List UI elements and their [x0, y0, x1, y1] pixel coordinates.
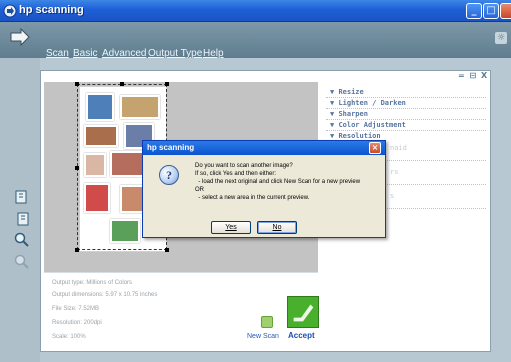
- obscured-text: s: [390, 192, 395, 200]
- no-button[interactable]: No: [257, 221, 297, 234]
- file-size-text: File Size: 7.52MB: [52, 306, 100, 312]
- output-dimensions-text: Output dimensions: 5.97 x 10.75 inches: [52, 292, 158, 298]
- dialog-message-line: OR: [195, 187, 204, 193]
- scanning-window: hp scanning _ □ Scan Basic Advanced Outp…: [0, 0, 511, 362]
- hp-app-icon: [3, 4, 17, 18]
- left-toolbar: [0, 58, 40, 362]
- resolution-text: Resolution: 200dpi: [52, 320, 102, 326]
- divider: [326, 108, 486, 109]
- dialog-message-line: Do you want to scan another image?: [195, 163, 293, 169]
- window-title: hp scanning: [19, 4, 84, 16]
- menu-bar: Scan Basic Advanced Output Type Help ☼: [0, 22, 511, 59]
- new-scan-icon[interactable]: [261, 316, 273, 328]
- divider: [326, 97, 486, 98]
- dialog-close-button[interactable]: ×: [369, 142, 381, 154]
- title-bar[interactable]: hp scanning _ □: [0, 0, 511, 22]
- minimize-button[interactable]: _: [466, 3, 482, 19]
- arrow-logo-icon: [10, 28, 30, 46]
- selection-handle[interactable]: [120, 82, 124, 86]
- selection-handle[interactable]: [165, 248, 169, 252]
- output-type-text: Output type: Millions of Colors: [52, 280, 133, 286]
- divider: [326, 130, 486, 131]
- section-color-adjustment[interactable]: ▼ Color Adjustment: [330, 121, 406, 129]
- scale-text: Scale: 100%: [52, 334, 86, 340]
- dialog-title: hp scanning: [147, 143, 195, 152]
- panel-window-controls[interactable]: = ⊟ X: [458, 71, 488, 80]
- selection-handle[interactable]: [75, 166, 79, 170]
- scan-another-dialog: hp scanning × ? Do you want to scan anot…: [142, 140, 386, 238]
- section-sharpen-label: Sharpen: [338, 110, 368, 118]
- yes-button[interactable]: Yes: [211, 221, 251, 234]
- divider: [326, 119, 486, 120]
- selection-handle[interactable]: [165, 82, 169, 86]
- section-resolution[interactable]: ▼ Resolution: [330, 132, 381, 140]
- settings-icon[interactable]: ☼: [495, 32, 507, 44]
- zoom-in-icon[interactable]: [14, 232, 30, 248]
- dialog-message-line: - select a new area in the current previ…: [195, 195, 310, 201]
- rotate-right-icon[interactable]: [14, 210, 30, 226]
- section-lighten-darken[interactable]: ▼ Lighten / Darken: [330, 99, 406, 107]
- dialog-message-line: - load the next original and click New S…: [195, 179, 361, 185]
- section-resize[interactable]: ▼ Resize: [330, 88, 364, 96]
- accept-button[interactable]: Accept: [288, 331, 315, 340]
- question-icon: ?: [159, 165, 179, 185]
- dialog-title-bar[interactable]: hp scanning ×: [143, 141, 385, 155]
- yes-button-label: Yes: [225, 224, 237, 231]
- new-scan-button[interactable]: New Scan: [247, 333, 279, 340]
- obscured-text: naid: [390, 144, 407, 152]
- section-resize-label: Resize: [338, 88, 364, 96]
- section-color-adjustment-label: Color Adjustment: [338, 121, 406, 129]
- dialog-message-line: If so, click Yes and then either:: [195, 171, 277, 177]
- section-sharpen[interactable]: ▼ Sharpen: [330, 110, 368, 118]
- section-lighten-darken-label: Lighten / Darken: [338, 99, 406, 107]
- accept-icon[interactable]: [287, 296, 319, 328]
- selection-handle[interactable]: [75, 82, 79, 86]
- zoom-out-icon[interactable]: [14, 254, 30, 270]
- selection-handle[interactable]: [75, 248, 79, 252]
- section-resolution-label: Resolution: [338, 132, 381, 140]
- close-window-button[interactable]: [500, 3, 511, 19]
- no-button-label: No: [272, 224, 282, 231]
- obscured-text: rs: [390, 168, 399, 176]
- rotate-left-icon[interactable]: [14, 188, 30, 204]
- maximize-button[interactable]: □: [483, 3, 499, 19]
